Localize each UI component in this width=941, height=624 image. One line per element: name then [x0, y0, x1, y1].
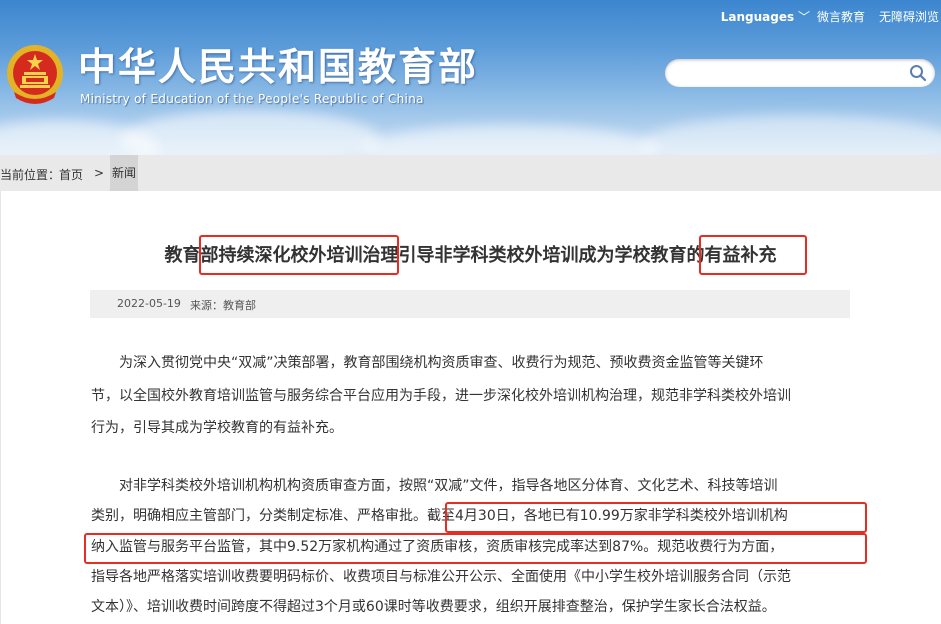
- breadcrumb-home-link[interactable]: 首页: [59, 166, 83, 183]
- languages-label: Languages: [720, 10, 795, 24]
- highlight-box: [84, 533, 867, 564]
- search-input[interactable]: [677, 63, 901, 85]
- article-source: 来源：教育部: [190, 299, 256, 312]
- paragraph-line: 文本）》、培训收费时间跨度不得超过3个月或60课时等收费要求，组织开展排查整治，…: [91, 599, 776, 615]
- paragraph-line: 为深入贯彻党中央“双减”决策部署，教育部围绕机构资质审查、收费行为规范、预收费资…: [119, 355, 764, 371]
- chevron-down-icon: ﹀: [797, 10, 810, 24]
- title-part-2: 引导非学科类校外培训成为学校教育: [398, 245, 687, 266]
- languages-menu[interactable]: Languages ﹀: [721, 8, 810, 25]
- article-date: 2022-05-19: [117, 297, 181, 310]
- search-box: [665, 59, 935, 87]
- header-cloud: [640, 115, 941, 155]
- paragraph-line: 节，以全国校外教育培训监管与服务综合平台应用为手段，进一步深化校外培训机构治理，…: [91, 388, 791, 404]
- paragraph-line: 指导各地严格落实培训收费要明码标价、收费项目与标准公开公示、全面使用《中小学生校…: [91, 569, 791, 585]
- highlight-box: [199, 235, 399, 275]
- header-cloud: [360, 125, 660, 155]
- weibo-link[interactable]: 微言教育: [817, 8, 865, 25]
- site-subtitle: Ministry of Education of the People's Re…: [80, 92, 424, 106]
- breadcrumb: 当前位置： 首页 > 新闻: [0, 155, 941, 191]
- paragraph-line: 行为，引导其成为学校教育的有益补充。: [91, 420, 343, 436]
- breadcrumb-prefix: 当前位置：: [0, 168, 61, 182]
- highlight-box: [445, 502, 867, 533]
- breadcrumb-current[interactable]: 新闻: [110, 155, 138, 191]
- site-header: 中华人民共和国教育部 Ministry of Education of the …: [0, 0, 941, 155]
- breadcrumb-separator: >: [94, 166, 105, 180]
- national-emblem-icon: [7, 45, 63, 104]
- highlight-box: [699, 235, 807, 275]
- search-icon[interactable]: [909, 64, 927, 82]
- accessibility-link[interactable]: 无障碍浏览: [879, 8, 939, 25]
- paragraph-line: 对非学科类校外培训机构机构资质审查方面，按照“双减”文件，指导各地区分体育、文化…: [119, 478, 778, 494]
- site-title: 中华人民共和国教育部: [78, 45, 479, 89]
